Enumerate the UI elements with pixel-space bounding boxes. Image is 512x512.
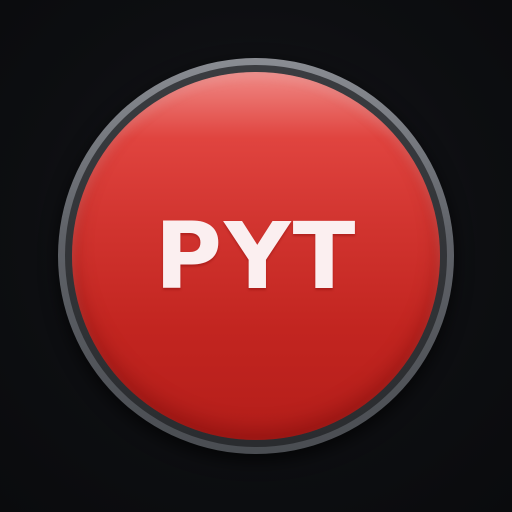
app-icon-canvas: PYT (0, 0, 512, 512)
pyt-button-label: PYT (154, 202, 358, 310)
pyt-button[interactable]: PYT (72, 72, 440, 440)
